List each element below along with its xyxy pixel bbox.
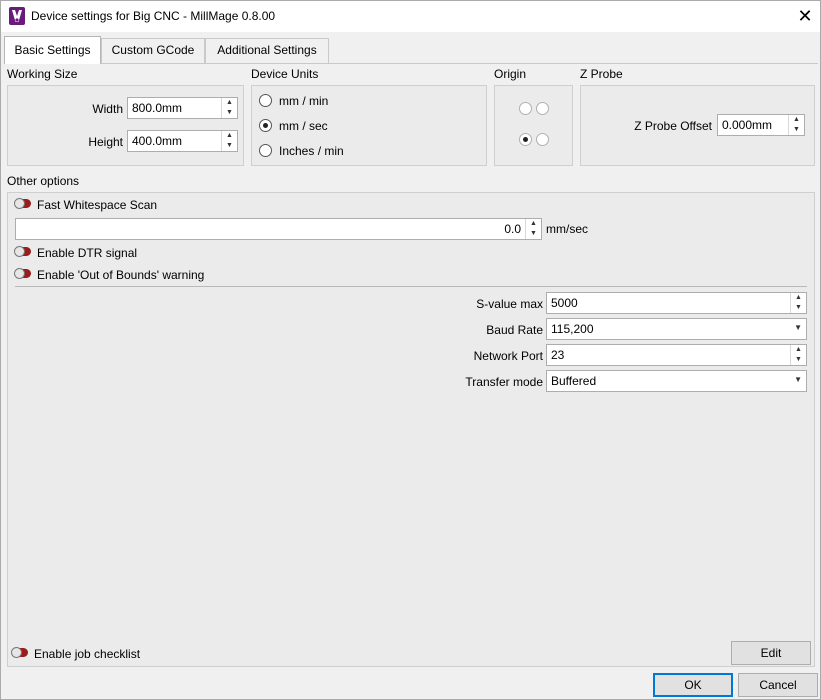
scan-speed-unit: mm/sec (546, 222, 588, 236)
network-port-label: Network Port (473, 349, 543, 363)
spin-arrows: ▲ ▼ (221, 131, 237, 151)
spin-arrows: ▲ ▼ (221, 98, 237, 118)
radio-label-mm-per-min: mm / min (279, 94, 329, 108)
dropdown-arrow-icon: ▼ (794, 375, 802, 384)
tab-custom-gcode[interactable]: Custom GCode (101, 38, 205, 63)
radio-mm-per-sec[interactable] (259, 119, 272, 132)
baud-rate-label: Baud Rate (486, 323, 543, 337)
device-settings-dialog: Device settings for Big CNC - MillMage 0… (0, 0, 821, 700)
other-options-group (7, 192, 815, 667)
radio-label-mm-per-sec: mm / sec (279, 119, 328, 133)
origin-group (494, 85, 573, 166)
device-units-title: Device Units (251, 67, 319, 81)
width-value: 800.0mm (132, 101, 183, 115)
s-value-max-spinbox[interactable]: 5000 ▲ ▼ (546, 292, 807, 314)
radio-inches-per-min[interactable] (259, 144, 272, 157)
spin-down-icon[interactable]: ▼ (526, 229, 541, 239)
transfer-mode-label: Transfer mode (465, 375, 543, 389)
s-value-max-label: S-value max (476, 297, 543, 311)
job-checklist-toggle[interactable] (11, 647, 28, 658)
spin-arrows: ▲ ▼ (525, 219, 541, 239)
millmage-app-icon (9, 7, 25, 25)
radio-mm-per-min[interactable] (259, 94, 272, 107)
radio-selected-dot (523, 137, 528, 142)
transfer-mode-value: Buffered (551, 374, 597, 388)
spin-up-icon[interactable]: ▲ (791, 293, 806, 303)
fast-whitespace-toggle[interactable] (14, 198, 31, 209)
spin-down-icon[interactable]: ▼ (222, 141, 237, 151)
toggle-knob (14, 268, 25, 279)
dropdown-arrow-icon: ▼ (794, 323, 802, 332)
scan-speed-spinbox[interactable]: 0.0 ▲ ▼ (15, 218, 542, 240)
origin-bottom-left-radio[interactable] (519, 133, 532, 146)
z-probe-offset-value: 0.000mm (722, 118, 773, 132)
height-label: Height (88, 135, 123, 149)
window-title: Device settings for Big CNC - MillMage 0… (31, 9, 276, 23)
spin-up-icon[interactable]: ▲ (789, 115, 804, 125)
radio-label-inches-per-min: Inches / min (279, 144, 344, 158)
width-label: Width (92, 102, 123, 116)
baud-rate-value: 115,200 (551, 322, 594, 336)
spin-down-icon[interactable]: ▼ (791, 355, 806, 365)
spin-down-icon[interactable]: ▼ (789, 125, 804, 135)
network-port-value: 23 (551, 348, 565, 362)
fast-whitespace-label: Fast Whitespace Scan (37, 198, 158, 212)
tab-basic-settings[interactable]: Basic Settings (4, 36, 101, 64)
tab-label: Custom GCode (111, 43, 195, 57)
close-icon[interactable]: ✕ (791, 3, 819, 29)
spin-up-icon[interactable]: ▲ (526, 219, 541, 229)
tab-additional-settings[interactable]: Additional Settings (205, 38, 329, 63)
out-of-bounds-toggle[interactable] (14, 268, 31, 279)
ok-button[interactable]: OK (653, 673, 733, 697)
job-checklist-label: Enable job checklist (34, 647, 141, 661)
scan-speed-value: 0.0 (504, 222, 521, 236)
toggle-knob (11, 647, 22, 658)
z-probe-title: Z Probe (580, 67, 623, 81)
origin-bottom-right-radio[interactable] (536, 133, 549, 146)
spin-arrows: ▲ ▼ (788, 115, 804, 135)
cancel-button[interactable]: Cancel (738, 673, 818, 697)
separator (15, 286, 807, 287)
spin-arrows: ▲ ▼ (790, 293, 806, 313)
origin-top-right-radio[interactable] (536, 102, 549, 115)
spin-arrows: ▲ ▼ (790, 345, 806, 365)
working-size-title: Working Size (7, 67, 78, 81)
toggle-knob (14, 246, 25, 257)
spin-down-icon[interactable]: ▼ (222, 108, 237, 118)
tab-label: Basic Settings (14, 43, 91, 57)
z-probe-offset-label: Z Probe Offset (634, 119, 712, 133)
radio-selected-dot (263, 123, 268, 128)
s-value-max-value: 5000 (551, 296, 578, 310)
spin-up-icon[interactable]: ▲ (791, 345, 806, 355)
width-spinbox[interactable]: 800.0mm ▲ ▼ (127, 97, 238, 119)
spin-down-icon[interactable]: ▼ (791, 303, 806, 313)
z-probe-offset-spinbox[interactable]: 0.000mm ▲ ▼ (717, 114, 805, 136)
edit-checklist-button[interactable]: Edit (731, 641, 811, 665)
transfer-mode-select[interactable]: Buffered ▼ (546, 370, 807, 392)
tab-label: Additional Settings (217, 43, 317, 57)
out-of-bounds-label: Enable 'Out of Bounds' warning (37, 268, 205, 282)
height-value: 400.0mm (132, 134, 183, 148)
other-options-title: Other options (7, 174, 80, 188)
height-spinbox[interactable]: 400.0mm ▲ ▼ (127, 130, 238, 152)
title-bar: Device settings for Big CNC - MillMage 0… (1, 1, 820, 32)
dtr-label: Enable DTR signal (37, 246, 138, 260)
spin-up-icon[interactable]: ▲ (222, 131, 237, 141)
spin-up-icon[interactable]: ▲ (222, 98, 237, 108)
origin-title: Origin (494, 67, 527, 81)
dtr-toggle[interactable] (14, 246, 31, 257)
baud-rate-select[interactable]: 115,200 ▼ (546, 318, 807, 340)
origin-top-left-radio[interactable] (519, 102, 532, 115)
toggle-knob (14, 198, 25, 209)
network-port-spinbox[interactable]: 23 ▲ ▼ (546, 344, 807, 366)
